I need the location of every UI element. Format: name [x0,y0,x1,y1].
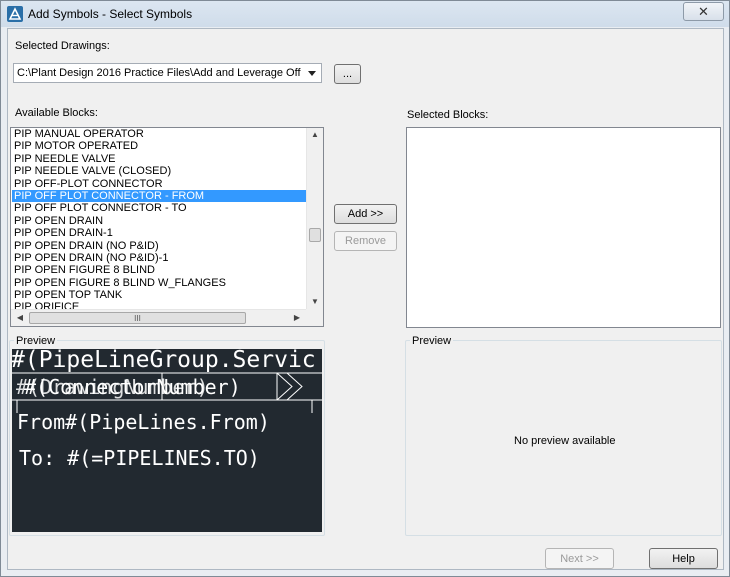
selected-drawings-value: C:\Plant Design 2016 Practice Files\Add … [17,67,302,79]
horizontal-scroll-thumb[interactable]: III [29,312,246,324]
close-icon: ✕ [698,3,709,19]
next-button[interactable]: Next >> [545,548,614,569]
remove-button-label: Remove [345,235,386,247]
title-bar[interactable]: Add Symbols - Select Symbols ✕ [1,1,729,27]
list-item[interactable]: PIP OPEN DRAIN (NO P&ID) [12,240,306,252]
scroll-up-icon[interactable]: ▲ [308,130,322,139]
scrollbar-corner [306,309,323,326]
no-preview-message: No preview available [514,435,616,447]
list-item[interactable]: PIP MANUAL OPERATOR [12,128,306,140]
add-symbols-window: Add Symbols - Select Symbols ✕ Selected … [0,0,730,577]
list-item[interactable]: PIP OPEN FIGURE 8 BLIND [12,264,306,276]
list-item[interactable]: PIP OPEN TOP TANK [12,289,306,301]
selected-drawings-dropdown[interactable]: C:\Plant Design 2016 Practice Files\Add … [13,63,322,83]
chevron-down-icon [308,71,316,76]
autocad-icon [7,6,23,22]
list-item[interactable]: PIP NEEDLE VALVE [12,153,306,165]
dialog-client-area: Selected Drawings: C:\Plant Design 2016 … [7,28,724,570]
window-title: Add Symbols - Select Symbols [28,7,193,21]
horizontal-scrollbar[interactable]: ◀ III ▶ [11,309,306,326]
add-button[interactable]: Add >> [334,204,397,224]
block-preview-drawing: #(PipeLineGroup.Servic #(DrawingNumber) … [12,349,322,470]
list-item[interactable]: PIP OPEN FIGURE 8 BLIND W_FLANGES [12,277,306,289]
remove-button[interactable]: Remove [334,231,397,251]
selected-blocks-label: Selected Blocks: [407,109,489,121]
browse-button-label: ... [342,68,353,80]
vertical-scroll-thumb[interactable] [309,228,321,242]
list-item[interactable]: PIP OPEN DRAIN [12,215,306,227]
list-item[interactable]: PIP NEEDLE VALVE (CLOSED) [12,165,306,177]
list-item[interactable]: PIP OFF PLOT CONNECTOR - FROM [12,189,306,203]
list-item[interactable]: PIP OFF-PLOT CONNECTOR [12,178,306,190]
scroll-right-icon[interactable]: ▶ [290,313,304,322]
available-blocks-label: Available Blocks: [15,107,98,119]
preview-line-4: To: #(=PIPELINES.TO) [19,446,260,470]
help-button[interactable]: Help [649,548,718,569]
block-preview-canvas: #(PipeLineGroup.Servic #(DrawingNumber) … [12,349,322,532]
right-preview-label: Preview [410,335,454,347]
available-blocks-items: PIP MANUAL OPERATOR PIP MOTOR OPERATED PIP… [12,128,306,310]
preview-line-3: From#(PipeLines.From) [17,410,270,434]
selected-drawings-label: Selected Drawings: [15,40,110,52]
list-item[interactable]: PIP OPEN DRAIN-1 [12,227,306,239]
preview-line-2: #(ConnectorNumber) [24,375,241,399]
browse-button[interactable]: ... [334,64,361,84]
list-item[interactable]: PIP MOTOR OPERATED [12,140,306,152]
left-preview-label: Preview [14,335,58,347]
preview-line-1: #(PipeLineGroup.Servic [12,349,316,373]
scroll-left-icon[interactable]: ◀ [13,313,27,322]
selected-blocks-list[interactable] [406,127,721,328]
scroll-grip-icon: III [134,313,141,323]
next-button-label: Next >> [560,552,599,565]
list-item[interactable]: PIP OFF PLOT CONNECTOR - TO [12,202,306,214]
help-button-label: Help [672,552,695,565]
vertical-scrollbar[interactable]: ▲ ▼ [306,128,323,310]
list-item[interactable]: PIP OPEN DRAIN (NO P&ID)-1 [12,252,306,264]
close-button[interactable]: ✕ [683,2,724,21]
add-button-label: Add >> [347,208,384,220]
scroll-down-icon[interactable]: ▼ [308,297,322,306]
available-blocks-list[interactable]: PIP MANUAL OPERATOR PIP MOTOR OPERATED PIP… [10,127,324,327]
